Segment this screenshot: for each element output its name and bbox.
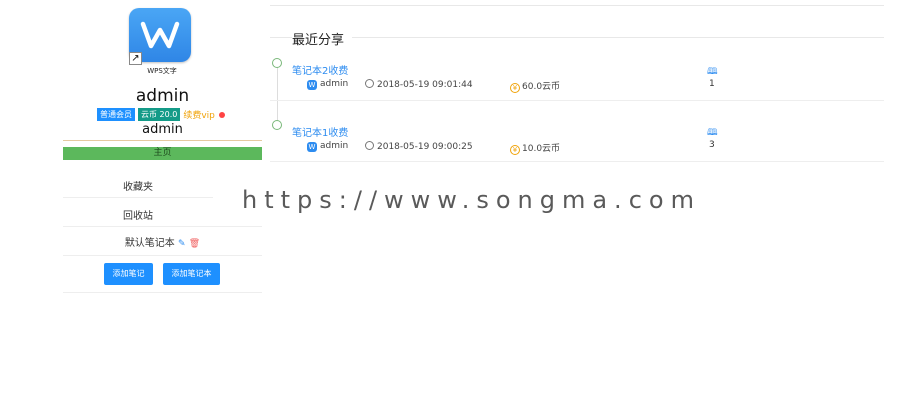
divider [270, 100, 884, 101]
divider [63, 292, 262, 293]
wps-logo[interactable]: ↗ WPS文字 [127, 6, 195, 75]
note-title-link[interactable]: 笔记本1收费 [292, 124, 348, 139]
note-author: Wadmin [307, 79, 349, 90]
notebook-item-default[interactable]: 默认笔记本 ✎ 🗑 [63, 234, 262, 249]
read-count: 1 [709, 79, 715, 89]
clock-icon [365, 79, 374, 88]
wps-icon: W [307, 142, 317, 152]
divider [270, 37, 884, 38]
clock-icon [365, 141, 374, 150]
yen-coin-icon: ¥ [510, 83, 520, 93]
book-icon[interactable]: 🕮 [707, 64, 718, 80]
notebook-label: 默认笔记本 [124, 238, 175, 249]
renew-vip-link[interactable]: 续费vip [183, 108, 215, 121]
username: admin [135, 86, 190, 106]
note-price: ¥10.0云币 [510, 141, 560, 155]
book-icon[interactable]: 🕮 [707, 125, 718, 141]
note-price: ¥60.0云币 [510, 79, 560, 93]
logo-caption: WPS文字 [147, 67, 177, 75]
note-title-link[interactable]: 笔记本2收费 [292, 62, 348, 77]
watermark: https://www.songma.com [242, 186, 701, 214]
coins-badge: 云币 20.0 [138, 108, 181, 121]
divider [63, 197, 213, 198]
delete-icon[interactable]: 🗑 [189, 239, 200, 249]
divider [63, 140, 262, 141]
divider [63, 226, 262, 227]
divider [270, 5, 884, 6]
edit-icon[interactable]: ✎ [178, 239, 186, 249]
user-badges: 普通会员 云币 20.0 续费vip [97, 108, 225, 121]
sidebar: ↗ WPS文字 admin 普通会员 云币 20.0 续费vip admin 主… [63, 0, 262, 406]
timeline-dot [272, 58, 282, 68]
nav-recycle-bin[interactable]: 回收站 [63, 207, 213, 222]
notification-dot [218, 111, 225, 118]
read-count: 3 [709, 140, 715, 150]
add-notebook-button[interactable]: 添加笔记本 [163, 263, 220, 285]
note-time: 2018-05-19 09:00:25 [365, 141, 473, 152]
add-note-button[interactable]: 添加笔记 [104, 263, 153, 285]
wps-icon: W [307, 80, 317, 90]
display-name: admin [142, 122, 183, 137]
timeline-line [277, 66, 278, 128]
member-badge: 普通会员 [97, 108, 135, 121]
nav-home[interactable]: 主页 [63, 147, 262, 160]
divider [270, 161, 884, 162]
yen-coin-icon: ¥ [510, 145, 520, 155]
nav-favorites[interactable]: 收藏夹 [63, 178, 213, 193]
divider [63, 255, 262, 256]
shortcut-arrow-icon: ↗ [129, 52, 142, 65]
section-heading: 最近分享 [292, 29, 353, 48]
note-author: Wadmin [307, 141, 349, 152]
timeline-dot [272, 120, 282, 130]
note-time: 2018-05-19 09:01:44 [365, 79, 473, 90]
